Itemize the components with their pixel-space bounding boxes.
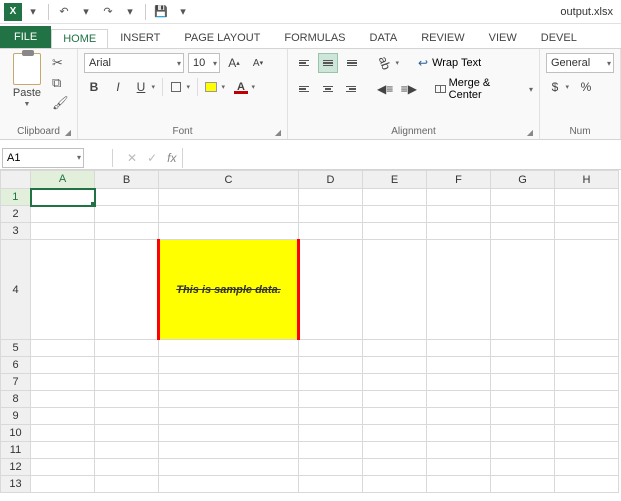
alignment-launcher[interactable]: ◢: [527, 128, 533, 137]
tab-review[interactable]: REVIEW: [409, 28, 476, 48]
row-header-10[interactable]: 10: [1, 425, 31, 442]
paste-dropdown[interactable]: ▼: [24, 101, 31, 108]
tab-insert[interactable]: INSERT: [108, 28, 172, 48]
group-label-clipboard: Clipboard◢: [6, 124, 71, 137]
row-header-5[interactable]: 5: [1, 340, 31, 357]
copy-button[interactable]: ⧉: [52, 75, 69, 91]
align-top-button[interactable]: [294, 53, 314, 73]
col-header-G[interactable]: G: [491, 171, 555, 189]
tab-formulas[interactable]: FORMULAS: [272, 28, 357, 48]
align-right-button[interactable]: [342, 79, 362, 99]
paste-button[interactable]: Paste ▼: [6, 53, 48, 108]
select-all-corner[interactable]: [1, 171, 31, 189]
row-header-11[interactable]: 11: [1, 442, 31, 459]
align-middle-button[interactable]: [318, 53, 338, 73]
font-name-combo[interactable]: Arial▾: [84, 53, 184, 73]
decrease-font-button[interactable]: A▾: [248, 53, 268, 73]
col-header-H[interactable]: H: [555, 171, 619, 189]
cell-E1[interactable]: [363, 189, 427, 206]
enter-formula-button[interactable]: ✓: [147, 151, 157, 165]
group-label-font: Font◢: [84, 124, 281, 137]
app-icon: X: [4, 3, 22, 21]
tab-page-layout[interactable]: PAGE LAYOUT: [172, 28, 272, 48]
redo-button[interactable]: ↷: [97, 2, 119, 22]
group-label-number: Num: [546, 124, 614, 137]
tab-developer[interactable]: DEVEL: [529, 28, 589, 48]
clipboard-icon: [13, 53, 41, 85]
col-header-C[interactable]: C: [159, 171, 299, 189]
cell-C4[interactable]: This is sample data.: [159, 240, 299, 340]
tab-home[interactable]: HOME: [51, 29, 108, 48]
name-box[interactable]: A1▾: [2, 148, 84, 168]
number-format-combo[interactable]: General▾: [546, 53, 614, 73]
tab-file[interactable]: FILE: [0, 26, 51, 48]
percent-format-button[interactable]: %: [576, 77, 596, 97]
font-launcher[interactable]: ◢: [275, 128, 281, 137]
col-header-B[interactable]: B: [95, 171, 159, 189]
col-header-D[interactable]: D: [299, 171, 363, 189]
clipboard-launcher[interactable]: ◢: [65, 128, 71, 137]
spreadsheet-grid[interactable]: A B C D E F G H 1 2 3 4 This is sample d…: [0, 170, 619, 493]
row-header-1[interactable]: 1: [1, 189, 31, 206]
decrease-indent-button[interactable]: ◀≡: [375, 79, 395, 99]
cell-C1[interactable]: [159, 189, 299, 206]
row-header-6[interactable]: 6: [1, 357, 31, 374]
cell-G1[interactable]: [491, 189, 555, 206]
cell-A1[interactable]: [31, 189, 95, 206]
row-header-3[interactable]: 3: [1, 223, 31, 240]
merge-center-button[interactable]: Merge & Center ▾: [435, 77, 533, 101]
orientation-button[interactable]: ab: [376, 53, 402, 73]
row-header-12[interactable]: 12: [1, 459, 31, 476]
qat-customize[interactable]: ▾: [172, 2, 194, 22]
accounting-format-button[interactable]: $: [546, 77, 572, 97]
fill-color-button[interactable]: [202, 77, 228, 97]
col-header-E[interactable]: E: [363, 171, 427, 189]
redo-dropdown[interactable]: ▾: [119, 2, 141, 22]
col-header-A[interactable]: A: [31, 171, 95, 189]
increase-indent-button[interactable]: ≡▶: [399, 79, 419, 99]
qat-dropdown[interactable]: ▾: [22, 2, 44, 22]
tab-data[interactable]: DATA: [358, 28, 410, 48]
tab-view[interactable]: VIEW: [477, 28, 529, 48]
window-title: output.xlsx: [560, 6, 613, 18]
borders-button[interactable]: [167, 77, 193, 97]
row-header-4[interactable]: 4: [1, 240, 31, 340]
cell-D1[interactable]: [299, 189, 363, 206]
row-header-9[interactable]: 9: [1, 408, 31, 425]
undo-dropdown[interactable]: ▾: [75, 2, 97, 22]
wrap-text-icon: ↩: [418, 56, 428, 70]
font-size-combo[interactable]: 10▾: [188, 53, 220, 73]
cancel-formula-button[interactable]: ✕: [127, 151, 137, 165]
increase-font-button[interactable]: A▴: [224, 53, 244, 73]
row-header-2[interactable]: 2: [1, 206, 31, 223]
cell-B1[interactable]: [95, 189, 159, 206]
font-color-button[interactable]: A: [232, 77, 258, 97]
group-label-alignment: Alignment◢: [294, 124, 533, 137]
row-header-13[interactable]: 13: [1, 476, 31, 493]
formula-input[interactable]: [182, 148, 621, 168]
row-header-7[interactable]: 7: [1, 374, 31, 391]
merge-icon: [435, 85, 445, 93]
underline-button[interactable]: U: [132, 77, 158, 97]
col-header-F[interactable]: F: [427, 171, 491, 189]
cell-F1[interactable]: [427, 189, 491, 206]
wrap-text-button[interactable]: ↩ Wrap Text: [418, 56, 481, 70]
cell-H1[interactable]: [555, 189, 619, 206]
align-center-button[interactable]: [318, 79, 338, 99]
format-painter-button[interactable]: 🖌: [52, 95, 69, 111]
save-button[interactable]: 💾: [150, 2, 172, 22]
row-header-8[interactable]: 8: [1, 391, 31, 408]
insert-function-button[interactable]: fx: [167, 151, 176, 165]
italic-button[interactable]: I: [108, 77, 128, 97]
align-left-button[interactable]: [294, 79, 314, 99]
undo-button[interactable]: ↶: [53, 2, 75, 22]
align-bottom-button[interactable]: [342, 53, 362, 73]
bold-button[interactable]: B: [84, 77, 104, 97]
cut-button[interactable]: ✂: [52, 55, 69, 71]
